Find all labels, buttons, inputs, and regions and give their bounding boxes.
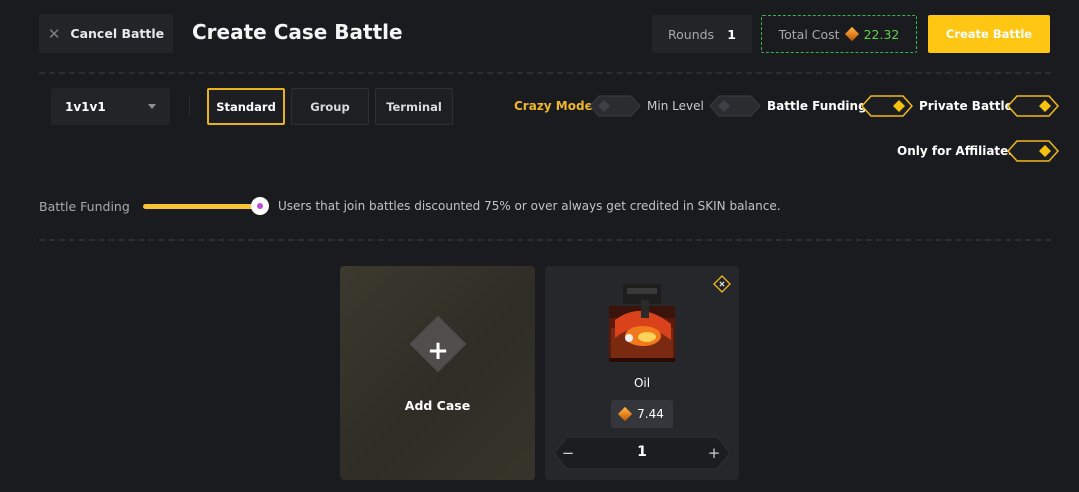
decrement-button[interactable]: −: [559, 444, 577, 462]
mode-select-value: 1v1v1: [65, 99, 106, 114]
case-price-badge: 7.44: [611, 400, 673, 428]
quantity-value: 1: [637, 444, 647, 460]
only-affiliates-label: Only for Affiliates: [897, 144, 1016, 158]
minus-icon: −: [561, 444, 575, 462]
quantity-stepper: − 1 +: [553, 436, 731, 470]
type-group-button[interactable]: Group: [291, 88, 369, 125]
type-terminal-button[interactable]: Terminal: [375, 88, 453, 125]
cancel-battle-button[interactable]: ✕ Cancel Battle: [39, 14, 173, 53]
min-level-label: Min Level: [647, 99, 704, 113]
add-case-label: Add Case: [404, 398, 471, 413]
total-cost-value: 22.32: [863, 26, 900, 42]
type-standard-button[interactable]: Standard: [207, 88, 285, 125]
total-cost-label: Total Cost: [778, 26, 840, 42]
battle-funding-label: Battle Funding: [767, 99, 867, 113]
page-title: Create Case Battle: [192, 20, 403, 44]
crazy-mode-label: Crazy Mode: [514, 99, 593, 113]
battle-funding-slider-label: Battle Funding: [39, 199, 130, 214]
increment-button[interactable]: +: [705, 444, 723, 462]
mode-select[interactable]: 1v1v1: [51, 88, 170, 125]
cancel-battle-label: Cancel Battle: [70, 26, 165, 41]
slider-dot: [257, 203, 263, 209]
plus-icon: +: [427, 336, 449, 366]
rounds-label: Rounds: [668, 26, 715, 42]
chevron-down-icon: [148, 104, 156, 109]
divider: [39, 72, 1051, 74]
add-case-card[interactable]: + Add Case: [340, 266, 535, 480]
close-icon: ✕: [47, 24, 61, 43]
plus-icon: +: [707, 444, 721, 462]
divider: [39, 239, 1051, 241]
create-battle-button[interactable]: Create Battle: [928, 15, 1050, 53]
private-battle-label: Private Battle: [919, 99, 1013, 113]
battle-funding-toggle[interactable]: [861, 95, 913, 117]
case-card: Oil 7.44 − 1 +: [545, 266, 739, 480]
rounds-value: 1: [727, 26, 736, 42]
crazy-mode-toggle[interactable]: [589, 95, 641, 117]
total-cost-box: Total Cost 22.32: [761, 15, 917, 53]
case-name: Oil: [633, 376, 651, 390]
rounds-box[interactable]: Rounds 1: [652, 15, 752, 53]
case-price: 7.44: [637, 407, 664, 421]
only-affiliates-toggle[interactable]: [1007, 140, 1059, 162]
case-image-icon: [609, 284, 675, 362]
separator: [189, 96, 190, 116]
battle-funding-slider-handle[interactable]: [251, 197, 269, 215]
min-level-toggle[interactable]: [709, 95, 761, 117]
remove-case-button[interactable]: [713, 275, 731, 293]
private-battle-toggle[interactable]: [1007, 95, 1059, 117]
gem-icon: [844, 26, 859, 42]
gem-icon: [618, 406, 633, 422]
battle-funding-slider-track[interactable]: [143, 204, 261, 209]
funding-note: Users that join battles discounted 75% o…: [278, 199, 781, 213]
